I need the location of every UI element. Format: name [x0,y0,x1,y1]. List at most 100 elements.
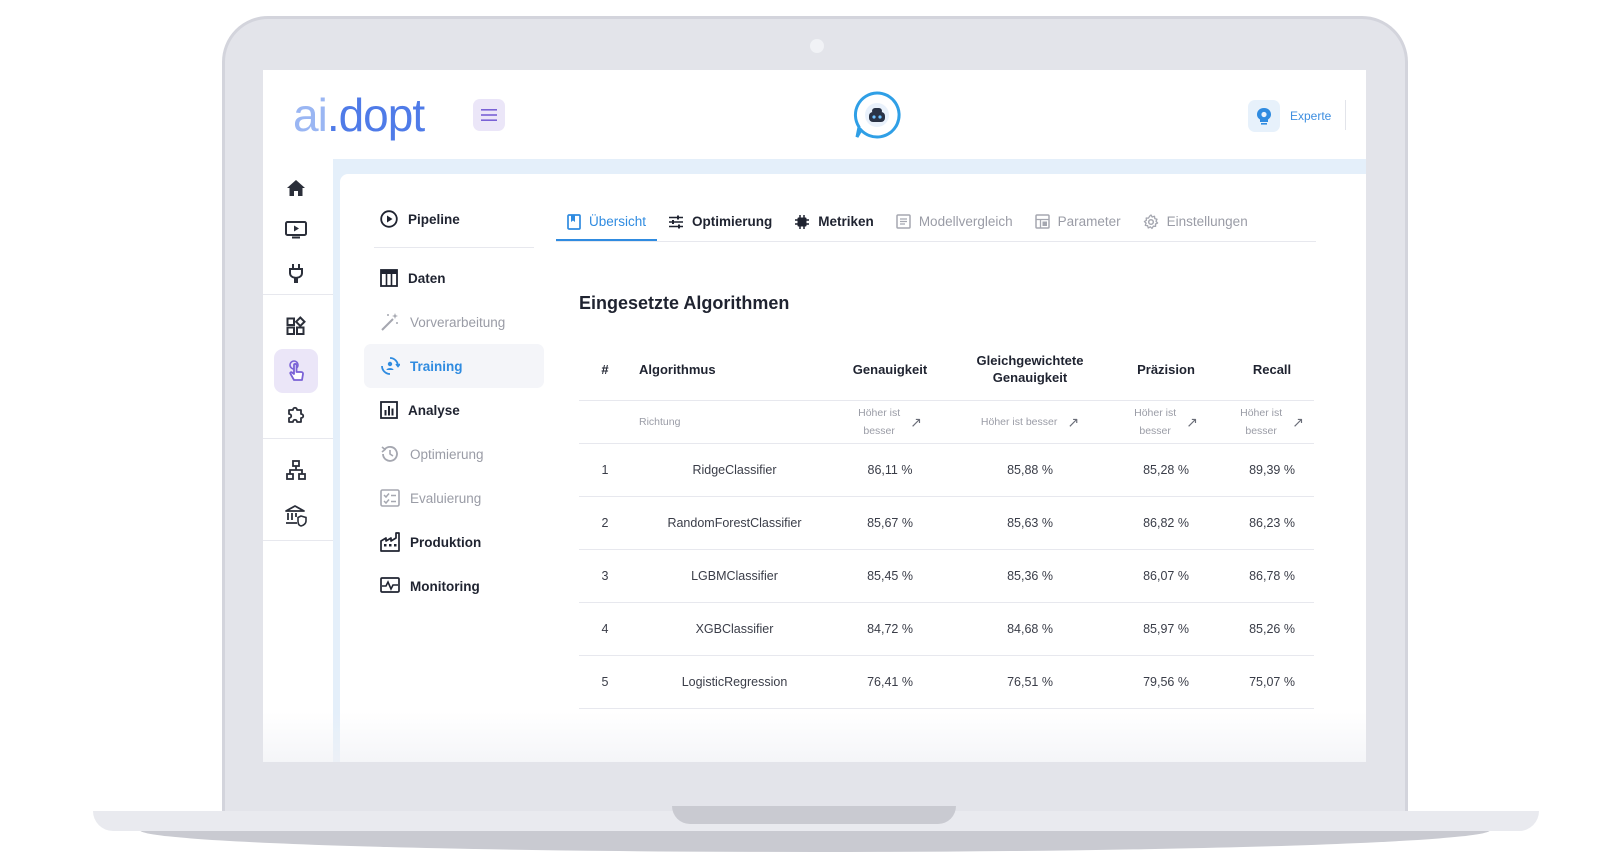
row-balanced-accuracy: 84,68 % [949,602,1111,656]
rail-bank-button[interactable] [274,494,318,538]
widgets-icon [286,316,306,335]
logo-suffix: .dopt [326,89,425,141]
row-accuracy: 84,72 % [831,602,949,656]
col-header-balanced-accuracy[interactable]: Gleichgewichtete Genauigkeit [949,338,1111,401]
row-accuracy: 76,41 % [831,655,949,709]
arrow-up-right-icon: ↗ [1186,414,1198,430]
tab-optimierung[interactable]: Optimierung [657,203,783,240]
tab-label-parameter: Parameter [1057,214,1121,229]
tab-modellvergleich[interactable]: Modellvergleich [885,203,1024,240]
rail-puzzle-button[interactable] [274,393,318,437]
rail-training-button[interactable] [274,349,318,393]
topbar-divider [1345,100,1346,130]
table-row[interactable]: 2 RandomForestClassifier 85,67 % 85,63 %… [579,496,1314,550]
direction-text-l1: Höher ist [1240,407,1283,419]
row-algorithm: RidgeClassifier [631,443,831,497]
nav-item-evaluierung[interactable]: Evaluierung [364,476,544,520]
rail-monitor-button[interactable] [274,208,318,252]
arrow-up-right-icon: ↗ [1067,414,1080,430]
checklist-icon [380,489,400,507]
row-index: 1 [579,443,631,497]
table-row[interactable]: 3 LGBMClassifier 85,45 % 85,36 % 86,07 %… [579,549,1314,603]
rail-plug-button[interactable] [274,251,318,295]
direction-text-l2: besser [863,425,895,437]
col-header-accuracy[interactable]: Genauigkeit [831,338,949,401]
col-header-precision[interactable]: Präzision [1111,338,1221,401]
play-circle-icon [380,210,398,228]
col-header-index: # [601,361,609,377]
direction-row: Richtung Höher ist besser ↗ Höher ist bess… [579,400,1314,444]
menu-toggle-button[interactable] [473,99,505,131]
nav-item-vorverarbeitung[interactable]: Vorverarbeitung [364,300,544,344]
history-icon [381,446,398,462]
row-precision: 85,97 % [1111,602,1221,656]
nav-item-pipeline[interactable]: Pipeline [364,197,544,241]
icon-rail [263,159,333,762]
nav-label-daten: Daten [408,270,446,286]
table-row[interactable]: 4 XGBClassifier 84,72 % 84,68 % 85,97 % … [579,602,1314,656]
direction-text: Höher ist besser [980,416,1058,428]
rail-divider [263,540,333,541]
tab-label-modellvergleich: Modellvergleich [918,214,1013,229]
nav-item-daten[interactable]: Daten [364,256,544,300]
tab-uebersicht[interactable]: Übersicht [556,203,658,241]
rail-divider [263,294,333,295]
tab-metriken[interactable]: Metriken [783,203,885,240]
row-index: 5 [579,655,631,709]
direction-text-l2: besser [1139,425,1171,437]
row-recall: 85,26 % [1221,602,1314,656]
row-recall: 86,23 % [1221,496,1314,550]
nav-item-optimierung[interactable]: Optimierung [364,432,544,476]
col-header-algorithm[interactable]: Algorithmus [631,338,831,401]
app-logo[interactable]: ai.dopt [293,88,425,142]
table-header-row: # Algorithmus Genauigkeit Gleichgewichte… [579,338,1314,401]
table-row[interactable]: 1 RidgeClassifier 86,11 % 85,88 % 85,28 … [579,443,1314,497]
tab-bar: Übersicht Optimierung Metriken Modellver… [556,203,1316,242]
tab-label-einstellungen: Einstellungen [1166,214,1248,229]
tab-parameter[interactable]: Parameter [1024,203,1132,240]
nav-item-training[interactable]: Training [364,344,544,388]
row-index: 3 [579,549,631,603]
nav-label-training: Training [410,358,463,374]
book-icon [567,213,581,230]
gear-icon [1143,213,1158,229]
arrow-up-right-icon: ↗ [1292,414,1304,430]
rail-home-button[interactable] [274,166,318,210]
home-icon [287,180,305,196]
tab-label-optimierung: Optimierung [692,214,773,229]
grid-icon [1034,214,1050,229]
table-row[interactable]: 5 LogisticRegression 76,41 % 76,51 % 79,… [579,655,1314,709]
nav-item-monitoring[interactable]: Monitoring [364,564,544,608]
logo-prefix: ai [293,89,328,141]
col-header-recall[interactable]: Recall [1221,338,1314,401]
nav-item-analyse[interactable]: Analyse [364,388,544,432]
tab-einstellungen[interactable]: Einstellungen [1132,203,1259,240]
row-balanced-accuracy: 85,88 % [949,443,1111,497]
bank-shield-icon [285,505,307,527]
direction-accuracy: Höher ist besser ↗ [832,404,948,440]
direction-text-l1: Höher ist [1134,407,1177,419]
hand-pointer-icon [289,360,304,381]
nav-label-evaluierung: Evaluierung [410,490,482,506]
row-precision: 79,56 % [1111,655,1221,709]
expert-label: Experte [1290,109,1332,123]
brain-bulb-icon [1248,100,1280,132]
nav-label-vorverarbeitung: Vorverarbeitung [410,314,506,330]
rail-widgets-button[interactable] [274,304,318,348]
list-icon [896,214,911,229]
assistant-bot-icon[interactable] [852,90,902,140]
expert-mode-toggle[interactable]: Experte [1248,100,1331,132]
pipeline-nav: Pipeline Daten Vorverarbeitung Training … [364,197,544,608]
rail-hierarchy-button[interactable] [274,448,318,492]
row-algorithm: XGBClassifier [631,602,831,656]
nav-label-monitoring: Monitoring [410,578,480,594]
laptop-camera [810,39,824,53]
hamburger-icon [481,109,497,121]
row-recall: 89,39 % [1221,443,1314,497]
direction-text-l1: Höher ist [858,407,901,419]
section-title: Eingesetzte Algorithmen [579,293,790,313]
row-accuracy: 85,67 % [831,496,949,550]
row-balanced-accuracy: 85,36 % [949,549,1111,603]
rail-divider [263,438,333,439]
nav-item-produktion[interactable]: Produktion [364,520,544,564]
